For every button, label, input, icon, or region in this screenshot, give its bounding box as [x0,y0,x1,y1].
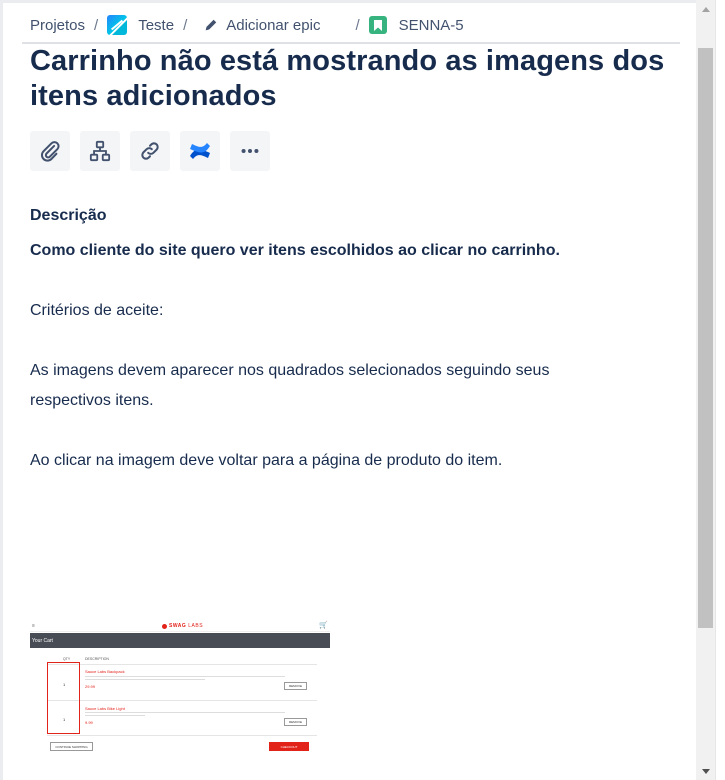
scrollbar-thumb[interactable] [698,48,713,628]
description-criteria-heading: Critérios de aceite: [30,302,164,319]
link-icon [141,142,159,160]
cart-icon: 🛒 [319,622,328,629]
breadcrumb-project-label: Teste [138,16,175,34]
confluence-icon [190,143,210,159]
confluence-button[interactable] [180,131,220,171]
thumb-checkout-button: CHECKOUT [269,742,309,751]
breadcrumb-separator: / [183,16,188,34]
chevron-up-icon [701,6,710,12]
description-criterion: Ao clicar na imagem deve voltar para a p… [30,452,503,469]
thumb-continue-button: CONTINUE SHOPPING [50,742,93,751]
issue-key: SENNA-5 [398,16,464,34]
add-epic-button[interactable]: Adicionar epic [196,17,320,34]
thumb-item-price: 9.99 [85,720,93,725]
hierarchy-icon [89,140,111,162]
paperclip-icon [40,141,60,162]
thumb-col-qty: QTY [63,657,71,661]
chevron-down-icon [701,768,710,774]
story-icon [368,16,387,34]
project-avatar-icon [107,15,128,35]
pencil-icon [205,19,217,31]
thumb-item-name: Sauce Labs Bike Light [85,706,125,711]
thumb-highlight-box [47,662,80,734]
issue-title[interactable]: Carrinho não está mostrando as imagens d… [30,44,670,114]
scroll-down-button[interactable] [696,762,715,780]
thumb-item-name: Sauce Labs Backpack [85,669,125,674]
breadcrumb-separator: / [94,16,99,34]
child-issue-button[interactable] [80,131,120,171]
link-issue-button[interactable] [130,131,170,171]
description-criterion: As imagens devem aparecer nos quadrados … [30,362,550,409]
description-label: Descrição [30,207,107,224]
thumb-remove-button: REMOVE [284,682,307,690]
swag-labs-logo: SWAG LABS [162,623,203,629]
issue-toolbar [30,131,270,171]
attach-button[interactable] [30,131,70,171]
description-story: Como cliente do site quero ver itens esc… [30,242,560,259]
breadcrumb-project[interactable]: Teste [107,15,174,35]
breadcrumb-projects[interactable]: Projetos [30,17,85,34]
thumb-item-price: 29.99 [85,684,96,689]
menu-icon: ≡ [32,623,35,629]
attachment-thumbnail[interactable]: ≡ SWAG LABS 🛒 Your Cart QTY DESCRIPTION 1… [30,620,330,756]
breadcrumb: Projetos / Teste / Adicionar epic / SENN… [30,10,464,40]
add-epic-label: Adicionar epic [226,16,321,34]
breadcrumb-separator: / [355,16,360,34]
thumb-header: ≡ SWAG LABS 🛒 [30,620,330,632]
scroll-up-button[interactable] [696,0,715,18]
description-body[interactable]: Como cliente do site quero ver itens esc… [30,236,670,476]
thumb-remove-button: REMOVE [284,718,307,726]
right-edge [715,0,725,780]
more-icon [241,148,259,154]
thumb-col-desc: DESCRIPTION [85,657,109,661]
thumb-title-bar: Your Cart [30,633,330,648]
more-actions-button[interactable] [230,131,270,171]
breadcrumb-issue[interactable]: SENNA-5 [368,16,464,34]
